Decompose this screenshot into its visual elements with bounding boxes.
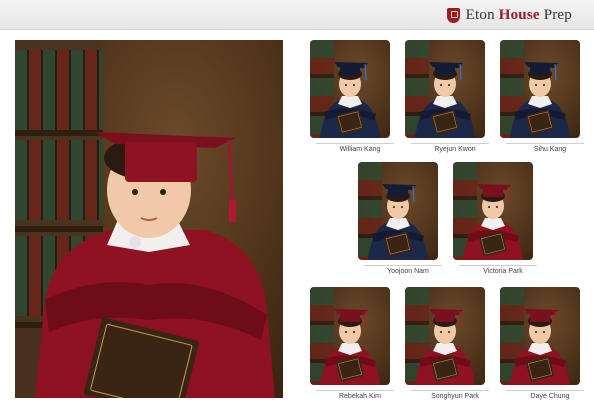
caption-divider xyxy=(364,265,442,266)
caption-divider xyxy=(459,265,537,266)
school-brand: Eton House Prep xyxy=(446,5,572,25)
student-figure xyxy=(368,184,428,260)
featured-graduate-photo xyxy=(15,40,283,398)
page-header: Eton House Prep xyxy=(0,0,594,30)
student-photo[interactable] xyxy=(310,40,390,138)
school-crest-icon xyxy=(446,7,460,23)
student-name: Victoria Park xyxy=(483,268,523,275)
student-photo[interactable] xyxy=(358,162,438,260)
brand-name-part2: House xyxy=(498,6,540,23)
brand-name: Eton House Prep xyxy=(466,7,572,24)
student-figure xyxy=(320,309,380,385)
student-figure xyxy=(510,62,570,138)
caption-divider xyxy=(316,390,394,391)
caption-divider xyxy=(411,143,489,144)
graduate-figure xyxy=(35,132,275,398)
student-photo[interactable] xyxy=(500,287,580,385)
student-name: Daye Chung xyxy=(530,393,570,400)
student-name: William Kang xyxy=(339,146,381,153)
student-figure xyxy=(510,309,570,385)
student-figure xyxy=(320,62,380,138)
student-name: Yoojoon Nam xyxy=(387,268,429,275)
student-photo[interactable] xyxy=(500,40,580,138)
caption-divider xyxy=(506,390,584,391)
student-name: Rebekah Kim xyxy=(338,393,382,400)
brand-name-part1: Eton xyxy=(465,6,499,23)
student-photo[interactable] xyxy=(405,40,485,138)
caption-divider xyxy=(411,390,489,391)
caption-divider xyxy=(316,143,394,144)
student-figure xyxy=(415,62,475,138)
caption-divider xyxy=(506,143,584,144)
student-name: Songhyun Park xyxy=(431,393,479,400)
student-name: Ryejun Kwon xyxy=(434,146,476,153)
student-figure xyxy=(463,184,523,260)
student-photo[interactable] xyxy=(310,287,390,385)
student-photo[interactable] xyxy=(453,162,533,260)
student-figure xyxy=(415,309,475,385)
student-name: Sihu Kang xyxy=(533,146,567,153)
brand-name-part3: Prep xyxy=(539,6,572,23)
student-photo[interactable] xyxy=(405,287,485,385)
